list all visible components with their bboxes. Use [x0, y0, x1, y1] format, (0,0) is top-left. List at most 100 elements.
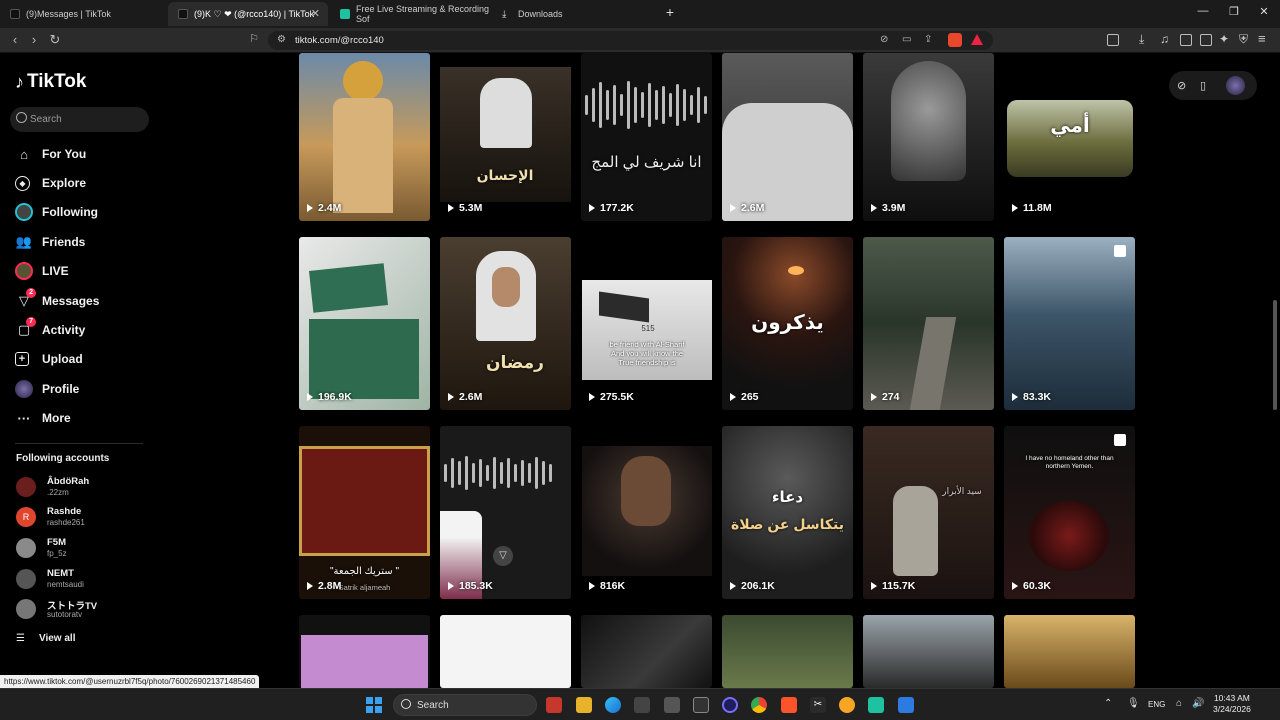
- new-tab-button[interactable]: +: [660, 4, 680, 20]
- tab-streaming[interactable]: Free Live Streaming & Recording Sof: [330, 2, 490, 26]
- sidebar-item-profile[interactable]: Profile: [15, 378, 79, 400]
- minimize-button[interactable]: —: [1193, 5, 1213, 17]
- restore-button[interactable]: ❐: [1224, 5, 1244, 18]
- video-card[interactable]: أمي 11.8M: [1004, 53, 1135, 221]
- play-icon: [448, 204, 454, 212]
- video-card[interactable]: 2.4M: [299, 53, 430, 221]
- language-indicator[interactable]: ENG: [1148, 700, 1165, 709]
- share-icon[interactable]: ⇪: [924, 34, 932, 45]
- menu-icon[interactable]: ≡: [1258, 31, 1266, 46]
- sidebar-item-activity[interactable]: ▢ 7 Activity: [15, 317, 85, 341]
- video-card[interactable]: [440, 615, 571, 688]
- nav-label: Upload: [42, 352, 83, 366]
- wallet-icon[interactable]: [1200, 34, 1212, 46]
- edge-icon[interactable]: [605, 697, 621, 713]
- reload-button[interactable]: ↻: [46, 32, 64, 48]
- back-button[interactable]: ‹: [6, 32, 24, 47]
- sidebar-item-messages[interactable]: ▽ 2 Messages: [15, 288, 99, 312]
- video-card[interactable]: I have no homeland other than northern Y…: [1004, 426, 1135, 599]
- video-card[interactable]: 274: [863, 237, 994, 410]
- video-card[interactable]: [299, 615, 430, 688]
- rewards-icon[interactable]: [971, 34, 983, 45]
- sidebar-item-friends[interactable]: 👥 Friends: [15, 231, 85, 253]
- video-card[interactable]: الإحسان 5.3M: [440, 53, 571, 221]
- video-card[interactable]: [722, 615, 853, 688]
- search-input[interactable]: Search: [10, 107, 149, 132]
- video-card[interactable]: دعاء يتكاسل عن صلاة 206.1K: [722, 426, 853, 599]
- cast-icon[interactable]: ▭: [902, 34, 911, 45]
- sidebar-item-explore[interactable]: ◆ Explore: [15, 172, 86, 194]
- address-bar[interactable]: ⚙ tiktok.com/@rcco140 ⊘ ▭ ⇪: [268, 31, 993, 50]
- video-card[interactable]: "ستريك الجمعة " Satrik aljameah 2.8M: [299, 426, 430, 599]
- no-tracking-icon[interactable]: ⊘: [880, 34, 888, 45]
- microphone-icon[interactable]: 🎙: [1127, 698, 1140, 709]
- media-icon[interactable]: ♫: [1160, 32, 1169, 46]
- video-card[interactable]: 515 be friend with Al-Sharif And you wil…: [581, 237, 712, 410]
- sidebar-panel-icon[interactable]: [1107, 34, 1119, 46]
- streaming-app-icon[interactable]: [868, 697, 884, 713]
- avatar[interactable]: [1226, 76, 1245, 95]
- capcut-icon[interactable]: ✂: [810, 697, 826, 713]
- file-explorer-icon[interactable]: [576, 697, 592, 713]
- tiktok-logo[interactable]: ♪ TikTok: [15, 71, 86, 93]
- store-icon[interactable]: [634, 697, 650, 713]
- network-icon[interactable]: ⌂: [1176, 698, 1182, 709]
- site-info-icon[interactable]: ⚙: [277, 34, 286, 45]
- brave-icon[interactable]: [781, 697, 797, 713]
- vpn-icon[interactable]: ⛨: [1239, 32, 1248, 47]
- page-scrollbar[interactable]: [1273, 300, 1277, 410]
- following-account[interactable]: ÂbdöRah .22zm: [16, 474, 156, 498]
- video-card[interactable]: سيد الأبرار 115.7K: [863, 426, 994, 599]
- thumbnail-hands: [1029, 501, 1109, 571]
- sidebar-item-live[interactable]: LIVE: [15, 260, 69, 282]
- sidebar-item-upload[interactable]: + Upload: [15, 348, 83, 370]
- nav-label: For You: [42, 147, 87, 161]
- following-account[interactable]: ストトラTV sutotoratv: [16, 596, 156, 620]
- leo-ai-icon[interactable]: ✦: [1219, 32, 1229, 46]
- compass-icon[interactable]: ⊘: [1177, 79, 1186, 92]
- tab-profile[interactable]: (9)K ♡ ❤ (@rcco140) | TikTok ✕: [168, 2, 328, 26]
- nav-label: LIVE: [42, 264, 69, 278]
- sidebar-toggle-icon[interactable]: [1180, 34, 1192, 46]
- tab-downloads[interactable]: ⤓ Downloads: [492, 2, 662, 26]
- video-card[interactable]: 3.9M: [863, 53, 994, 221]
- video-card[interactable]: [1004, 615, 1135, 688]
- chrome-icon[interactable]: [751, 697, 767, 713]
- windows-start-icon[interactable]: [366, 697, 382, 713]
- volume-icon[interactable]: 🔊: [1192, 698, 1204, 709]
- taskbar-clock[interactable]: 10:43 AM 3/24/2026: [1213, 693, 1251, 715]
- video-card[interactable]: يذكرون 265: [722, 237, 853, 410]
- video-card[interactable]: 816K: [581, 426, 712, 599]
- video-card[interactable]: 196.9K: [299, 237, 430, 410]
- brave-shield-icon[interactable]: [948, 33, 962, 47]
- following-account[interactable]: NEMT nemtsaudi: [16, 566, 156, 590]
- video-card[interactable]: انا شريف لي المج 177.2K: [581, 53, 712, 221]
- close-window-button[interactable]: ✕: [1254, 5, 1274, 18]
- following-account[interactable]: R Rashde rashde261: [16, 504, 156, 528]
- app-icon[interactable]: [722, 697, 738, 713]
- app-icon[interactable]: [839, 697, 855, 713]
- news-app-icon[interactable]: [546, 697, 562, 713]
- sidebar-item-following[interactable]: Following: [15, 201, 98, 223]
- taskbar-search-input[interactable]: Search: [393, 694, 537, 716]
- app-icon[interactable]: [693, 697, 709, 713]
- video-card[interactable]: ▽ 185.3K: [440, 426, 571, 599]
- video-card[interactable]: 2.6M: [722, 53, 853, 221]
- following-account[interactable]: F5M fp_5z: [16, 535, 156, 559]
- tab-messages[interactable]: (9)Messages | TikTok: [0, 2, 168, 26]
- sidebar-item-more[interactable]: ··· More: [15, 407, 71, 429]
- video-card[interactable]: رمضان 2.6M: [440, 237, 571, 410]
- app-icon[interactable]: [898, 697, 914, 713]
- bookmark-icon[interactable]: ⚐: [245, 32, 263, 45]
- video-card[interactable]: [581, 615, 712, 688]
- close-tab-icon[interactable]: ✕: [311, 7, 320, 20]
- device-icon[interactable]: ▯: [1200, 79, 1206, 92]
- downloads-icon[interactable]: ⤓: [1139, 32, 1144, 47]
- chevron-up-icon[interactable]: ⌃: [1104, 698, 1112, 709]
- video-card[interactable]: [863, 615, 994, 688]
- video-card[interactable]: 83.3K: [1004, 237, 1135, 410]
- app-icon[interactable]: [664, 697, 680, 713]
- view-all-link[interactable]: ☰ View all: [16, 633, 75, 644]
- sidebar-item-for-you[interactable]: ⌂ For You: [15, 143, 86, 165]
- forward-button[interactable]: ›: [25, 32, 43, 47]
